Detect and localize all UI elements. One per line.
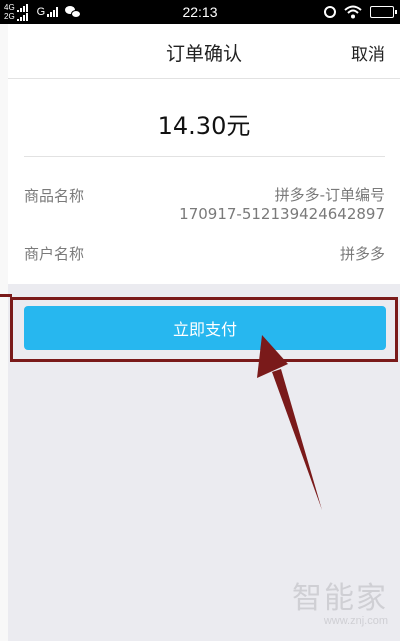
order-confirm-card: 订单确认 取消 14.30元 商品名称 拼多多-订单编号 170917-5121… [8, 24, 400, 284]
product-name-value: 拼多多-订单编号 [274, 186, 385, 204]
merchant-name-label: 商户名称 [24, 245, 85, 263]
pay-now-button[interactable]: 立即支付 [24, 306, 386, 350]
wifi-icon [344, 5, 362, 19]
watermark: 智能家 www.znj.com [292, 573, 388, 627]
status-bar: 4G 2G G 22:13 [0, 0, 400, 24]
amount-divider [24, 156, 385, 157]
alarm-icon [324, 6, 336, 18]
page-title: 订单确认 [165, 43, 242, 65]
cancel-button[interactable]: 取消 [351, 40, 385, 65]
battery-icon [370, 6, 397, 18]
merchant-name-value: 拼多多 [339, 245, 385, 263]
order-number-value: 170917-512139424642897 [179, 205, 385, 223]
watermark-brand: 智能家 [292, 581, 388, 616]
order-amount: 14.30元 [157, 112, 251, 140]
header-divider [8, 78, 400, 79]
left-edge-strip [0, 24, 8, 641]
product-name-label: 商品名称 [24, 187, 85, 205]
